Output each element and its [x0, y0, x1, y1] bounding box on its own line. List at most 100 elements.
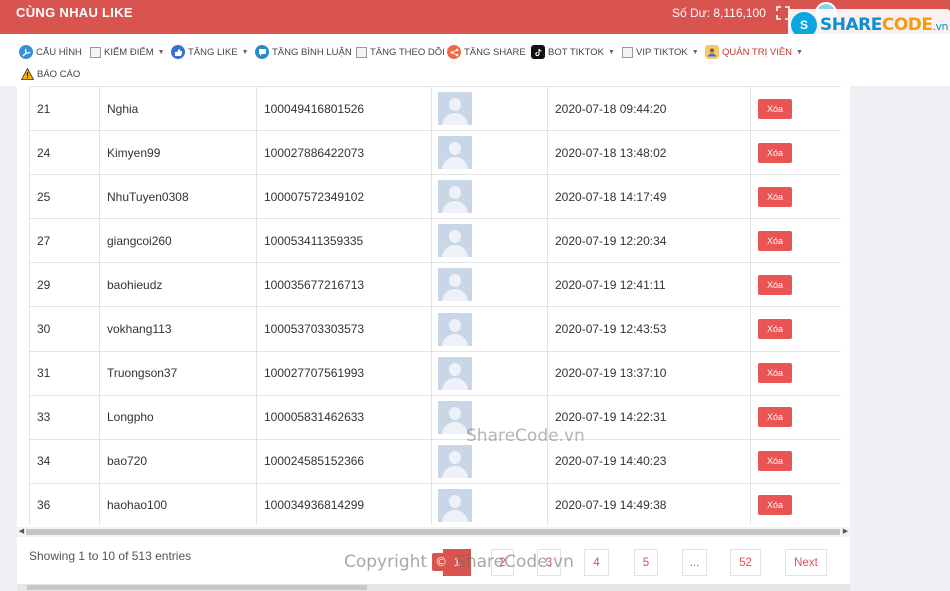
scrollbar-thumb[interactable]	[26, 529, 840, 535]
table-horizontal-scrollbar[interactable]: ◀ ▶	[17, 527, 850, 537]
delete-button[interactable]: Xóa	[758, 98, 792, 119]
page-horizontal-scrollbar[interactable]	[17, 584, 850, 591]
delete-button[interactable]: Xóa	[758, 274, 792, 295]
nav-item-increase-comment[interactable]: TĂNG BÌNH LUẬN	[255, 44, 352, 60]
wrench-icon	[19, 45, 33, 59]
cell-id: 27	[29, 218, 100, 264]
table-container: 21 Nghia 100049416801526 2020-07-18 09:44:2…	[29, 86, 841, 524]
cell-time: 2020-07-18 09:44:20	[547, 86, 751, 132]
table-row: 21 Nghia 100049416801526 2020-07-18 09:44:2…	[29, 86, 841, 132]
cell-time: 2020-07-18 13:48:02	[547, 130, 751, 176]
cell-uid: 100035677216713	[256, 262, 432, 308]
cell-id: 24	[29, 130, 100, 176]
entries-table: 21 Nghia 100049416801526 2020-07-18 09:44:2…	[29, 86, 841, 524]
chevron-down-icon: ▼	[241, 48, 249, 56]
cell-name: Truongson37	[99, 350, 257, 396]
table-row: 34 bao720 100024585152366 2020-07-19 14:40:…	[29, 438, 841, 484]
profile-photo	[438, 180, 472, 214]
logo-text-suffix: .vn	[932, 20, 949, 33]
cell-name: NhuTuyen0308	[99, 174, 257, 220]
delete-button[interactable]: Xóa	[758, 451, 792, 472]
cell-uid: 100005831462633	[256, 394, 432, 440]
thumbs-up-icon	[171, 45, 185, 59]
cell-time: 2020-07-18 14:17:49	[547, 174, 751, 220]
page-5-button[interactable]: 5	[634, 549, 658, 576]
nav-item-earn-points[interactable]: KIẾM ĐIỂM ▼	[90, 44, 165, 60]
warning-icon	[20, 67, 34, 81]
profile-photo	[438, 444, 472, 478]
cell-uid: 100024585152366	[256, 438, 432, 484]
chevron-down-icon: ▼	[796, 48, 803, 56]
cell-id: 30	[29, 306, 100, 352]
cell-name: Longpho	[99, 394, 257, 440]
delete-button[interactable]: Xóa	[758, 495, 792, 516]
cell-avatar	[431, 218, 548, 264]
profile-photo	[438, 92, 472, 126]
delete-button[interactable]: Xóa	[758, 407, 792, 428]
nav-item-bot-tiktok[interactable]: BOT TIKTOK ▼	[531, 44, 615, 60]
balance-text: Số Dư: 8,116,100	[672, 6, 766, 20]
table-body: 21 Nghia 100049416801526 2020-07-18 09:44:2…	[29, 86, 841, 524]
nav-item-increase-share[interactable]: TĂNG SHARE	[447, 44, 526, 60]
table-row: 27 giangcoi260 100053411359335 2020-07-19 1…	[29, 218, 841, 264]
cell-avatar	[431, 350, 548, 396]
cell-action: Xóa	[750, 174, 841, 220]
profile-photo	[438, 312, 472, 346]
delete-button[interactable]: Xóa	[758, 363, 792, 384]
delete-button[interactable]: Xóa	[758, 319, 792, 340]
cell-action: Xóa	[750, 130, 841, 176]
scroll-right-arrow-icon[interactable]: ▶	[841, 527, 850, 537]
nav-item-admin[interactable]: QUẢN TRỊ VIÊN ▼	[705, 44, 803, 60]
cell-id: 36	[29, 482, 100, 524]
logo-text-accent: CODE	[881, 15, 933, 35]
cell-action: Xóa	[750, 86, 841, 132]
chevron-down-icon: ▼	[157, 48, 165, 56]
cell-time: 2020-07-19 13:37:10	[547, 350, 751, 396]
cell-name: vokhang113	[99, 306, 257, 352]
cell-action: Xóa	[750, 350, 841, 396]
delete-button[interactable]: Xóa	[758, 142, 792, 163]
cell-name: bao720	[99, 438, 257, 484]
nav-item-increase-like[interactable]: TĂNG LIKE ▼	[171, 44, 249, 60]
profile-photo	[438, 356, 472, 390]
brand-title[interactable]: CÙNG NHAU LIKE	[16, 5, 133, 20]
cell-uid: 100007572349102	[256, 174, 432, 220]
center-watermark: ShareCode.vn	[466, 426, 585, 446]
page-scrollbar-thumb[interactable]	[27, 585, 367, 590]
table-row: 24 Kimyen99 100027886422073 2020-07-18 13:4…	[29, 130, 841, 176]
copyright-watermark: Copyright © ShareCode.vn	[344, 552, 574, 572]
nav-item-config[interactable]: CẤU HÌNH	[19, 44, 82, 60]
logo-text-main: SHARE	[820, 15, 882, 35]
cell-uid: 100049416801526	[256, 86, 432, 132]
cell-id: 21	[29, 86, 100, 132]
table-row: 29 baohieudz 100035677216713 2020-07-19 12:…	[29, 262, 841, 308]
cell-id: 31	[29, 350, 100, 396]
cell-name: haohao100	[99, 482, 257, 524]
scroll-left-arrow-icon[interactable]: ◀	[17, 527, 26, 537]
page-52-button[interactable]: 52	[730, 549, 761, 576]
nav-item-report[interactable]: BÁO CÁO	[20, 66, 80, 82]
next-page-button[interactable]: Next	[785, 549, 827, 576]
image-icon	[622, 46, 633, 58]
nav-item-increase-follow[interactable]: TĂNG THEO DÕI	[356, 44, 445, 60]
cell-avatar	[431, 86, 548, 132]
page-4-button[interactable]: 4	[584, 549, 609, 576]
delete-button[interactable]: Xóa	[758, 230, 792, 251]
profile-photo	[438, 224, 472, 258]
admin-icon	[705, 45, 719, 59]
delete-button[interactable]: Xóa	[758, 186, 792, 207]
cell-name: baohieudz	[99, 262, 257, 308]
cell-uid: 100027707561993	[256, 350, 432, 396]
cell-uid: 100053411359335	[256, 218, 432, 264]
cell-name: Nghia	[99, 86, 257, 132]
cell-action: Xóa	[750, 438, 841, 484]
content-card: 21 Nghia 100049416801526 2020-07-18 09:44:2…	[17, 86, 850, 591]
cell-name: Kimyen99	[99, 130, 257, 176]
cell-id: 33	[29, 394, 100, 440]
table-row: 30 vokhang113 100053703303573 2020-07-19 12…	[29, 306, 841, 352]
nav-item-vip-tiktok[interactable]: VIP TIKTOK ▼	[622, 44, 699, 60]
cell-id: 25	[29, 174, 100, 220]
share-icon	[447, 45, 461, 59]
image-icon	[356, 46, 367, 58]
cell-name: giangcoi260	[99, 218, 257, 264]
